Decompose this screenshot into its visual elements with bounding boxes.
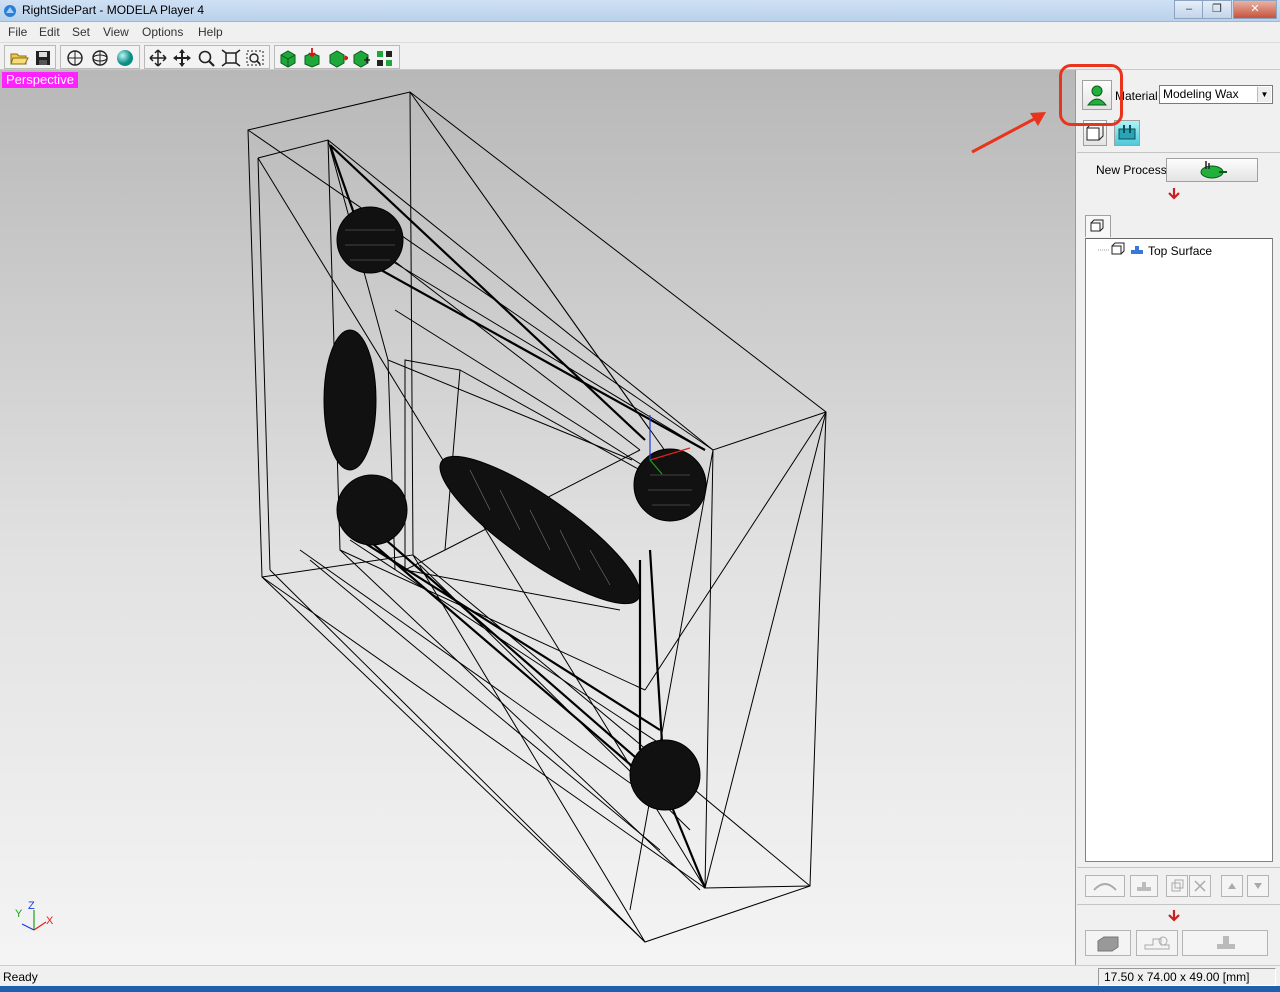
annotation-highlight	[1059, 64, 1123, 126]
new-process-button[interactable]	[1166, 158, 1258, 182]
output-icon	[1217, 936, 1235, 949]
menu-help[interactable]: Help	[198, 25, 223, 39]
minimize-button[interactable]: –	[1174, 0, 1204, 19]
preview-cut-button[interactable]	[1136, 930, 1178, 956]
zoom-icon[interactable]	[196, 48, 218, 68]
down-arrow-icon	[1168, 188, 1180, 200]
panel-separator	[1077, 152, 1280, 153]
toolbar-group-navigate	[144, 45, 270, 69]
move-icon[interactable]	[147, 48, 169, 68]
pan-icon[interactable]	[171, 48, 193, 68]
tree-node-icons	[1098, 242, 1143, 255]
box-green-icon[interactable]	[277, 48, 299, 68]
cutting-view-button[interactable]	[1114, 120, 1140, 146]
axis-z-label: Z	[28, 900, 35, 912]
title-bar: RightSidePart - MODELA Player 4 – ❐ ✕	[0, 0, 1280, 22]
arrow-up-icon	[1228, 883, 1236, 889]
move-down-button[interactable]	[1247, 875, 1269, 897]
chevron-down-icon: ▼	[1257, 87, 1271, 102]
box-side-icon[interactable]	[326, 48, 348, 68]
menu-file[interactable]: File	[8, 25, 27, 39]
box-cut-icon[interactable]	[350, 48, 372, 68]
edit-icon	[1137, 882, 1151, 891]
wireframe-model	[21, 91, 1046, 943]
taskbar-strip	[0, 986, 1280, 992]
close-button[interactable]: ✕	[1233, 0, 1277, 19]
tab-process-list[interactable]	[1085, 215, 1111, 237]
process-tree[interactable]: Top Surface	[1085, 238, 1273, 862]
window-title: RightSidePart - MODELA Player 4	[22, 3, 205, 17]
process-panel: Material Modeling Wax ▼ New Process Top …	[1077, 70, 1280, 965]
cutting-start-button[interactable]	[1085, 930, 1131, 956]
menu-bar: File Edit Set View Options Help	[0, 22, 1280, 42]
move-up-button[interactable]	[1221, 875, 1243, 897]
restore-button[interactable]: ❐	[1202, 0, 1232, 19]
grid-icon[interactable]	[374, 48, 396, 68]
menu-set[interactable]: Set	[72, 25, 90, 39]
axis-y-label: Y	[15, 908, 23, 920]
cut-output-button[interactable]	[1182, 930, 1268, 956]
tree-item-top-surface[interactable]: Top Surface	[1148, 244, 1212, 258]
menu-options[interactable]: Options	[142, 25, 183, 39]
zoom-box-icon[interactable]	[244, 48, 266, 68]
open-icon[interactable]	[8, 48, 30, 68]
process-copy-button[interactable]	[1166, 875, 1188, 897]
toolbar-group-file	[4, 45, 56, 69]
panel-separator-3	[1077, 904, 1280, 905]
3d-viewport[interactable]: Perspective Z Y X	[0, 70, 1076, 965]
annotation-arrow	[971, 115, 1039, 154]
material-select[interactable]: Modeling Wax ▼	[1159, 85, 1273, 104]
material-block-icon	[1097, 936, 1119, 952]
preview-icon	[1093, 883, 1117, 891]
box-down-icon[interactable]	[301, 48, 323, 68]
preview-cut-icon	[1144, 936, 1170, 950]
axis-x-label: X	[46, 915, 54, 927]
app-icon	[4, 5, 16, 17]
axis-triad	[21, 910, 47, 931]
menu-view[interactable]: View	[103, 25, 129, 39]
new-process-icon	[1200, 161, 1227, 179]
toolbar-group-view	[60, 45, 140, 69]
toolbar-group-process	[274, 45, 400, 69]
save-icon[interactable]	[32, 48, 54, 68]
new-process-label: New Process	[1096, 163, 1167, 177]
delete-icon	[1194, 880, 1206, 892]
process-delete-button[interactable]	[1189, 875, 1211, 897]
arrow-down-icon	[1254, 883, 1262, 889]
orbit-icon[interactable]	[89, 48, 111, 68]
process-tab-icon	[1090, 219, 1104, 232]
process-edit-button[interactable]	[1130, 875, 1158, 897]
rotate-icon[interactable]	[64, 48, 86, 68]
process-preview-button[interactable]	[1085, 875, 1125, 897]
menu-edit[interactable]: Edit	[39, 25, 60, 39]
app-window: RightSidePart - MODELA Player 4 – ❐ ✕ Fi…	[0, 0, 1280, 992]
panel-separator-2	[1077, 867, 1280, 868]
copy-icon	[1171, 879, 1184, 892]
status-text: Ready	[3, 970, 38, 984]
fit-icon[interactable]	[220, 48, 242, 68]
down-arrow-icon-2	[1168, 910, 1180, 922]
model-dimensions: 17.50 x 74.00 x 49.00 [mm]	[1098, 968, 1276, 986]
sphere-icon[interactable]	[114, 48, 136, 68]
cutting-icon	[1118, 125, 1136, 140]
